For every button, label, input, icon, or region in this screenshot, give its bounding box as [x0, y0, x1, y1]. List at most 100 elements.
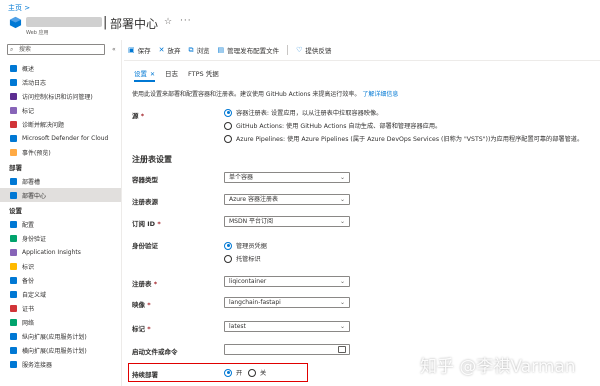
- tab-logs[interactable]: 日志: [165, 68, 178, 82]
- image-dropdown[interactable]: langchain-fastapi ⌄: [224, 297, 350, 308]
- tab-settings[interactable]: 设置 ✕: [134, 68, 156, 82]
- container-type-dropdown[interactable]: 单个容器 ⌄: [224, 172, 350, 183]
- sidebar-item-scale-out[interactable]: 横向扩展(应用服务计划): [0, 343, 121, 357]
- file-icon[interactable]: [338, 346, 346, 353]
- page-title: 部署中心: [110, 17, 159, 31]
- backup-icon: [10, 276, 17, 284]
- chevron-down-icon: ⌄: [339, 174, 345, 181]
- sidebar-item-activity-log[interactable]: 活动日志: [0, 75, 121, 89]
- tab-logs-label: 日志: [165, 70, 179, 78]
- sidebar-item-overview[interactable]: 概述: [0, 61, 121, 75]
- radio-button-checked[interactable]: [224, 241, 232, 250]
- key-icon: [10, 262, 17, 270]
- required-marker: *: [147, 325, 151, 333]
- slots-icon: [10, 177, 17, 185]
- source-option-github-actions[interactable]: GitHub Actions: 使用 GitHub Actions 自动生成、部…: [224, 121, 441, 130]
- cd-option-on[interactable]: 开: [224, 368, 242, 377]
- intro-body: 使用此设置来部署和配置容器和注册表。建议使用 GitHub Actions 来提…: [132, 91, 361, 98]
- sidebar-item-certificates[interactable]: 证书: [0, 301, 121, 315]
- sidebar-item-events[interactable]: 事件(预览): [0, 145, 121, 159]
- source-option-azure-pipelines[interactable]: Azure Pipelines: 使用 Azure Pipelines (属于 …: [224, 134, 583, 143]
- radio-button[interactable]: [248, 368, 256, 377]
- search-placeholder: 搜索: [19, 46, 32, 53]
- tag-dropdown[interactable]: latest ⌄: [224, 321, 350, 332]
- sidebar-item-label: 自定义域: [22, 291, 47, 299]
- subscription-dropdown[interactable]: MSDN 平台订阅 ⌄: [224, 216, 350, 227]
- star-icon[interactable]: ☆: [164, 17, 172, 27]
- sidebar-search-input[interactable]: ⌕ 搜索: [7, 44, 105, 55]
- chevron-down-icon: ⌄: [339, 299, 345, 306]
- save-button[interactable]: ▣ 保存: [128, 45, 151, 55]
- web-app-icon: [9, 16, 22, 29]
- scale-out-icon: [10, 346, 17, 354]
- overview-icon: [10, 64, 17, 72]
- sidebar-item-defender[interactable]: Microsoft Defender for Cloud: [0, 131, 121, 145]
- sidebar-item-label: 纵向扩展(应用服务计划): [22, 333, 87, 341]
- tab-settings-label: 设置: [134, 70, 147, 78]
- title-separator: |: [103, 15, 108, 30]
- sidebar-item-iam[interactable]: 访问控制(标识和访问管理): [0, 89, 121, 103]
- chevron-down-icon: ⌄: [339, 323, 345, 330]
- learn-more-link[interactable]: 了解详细信息: [362, 91, 398, 98]
- auth-option-label: 管理员凭据: [236, 243, 267, 250]
- sidebar-item-backup[interactable]: 备份: [0, 273, 121, 287]
- sidebar-item-deployment-slots[interactable]: 部署槽: [0, 174, 121, 188]
- manage-publish-profile-button[interactable]: ▤ 管理发布配置文件: [218, 45, 280, 55]
- continuous-deployment-label: 持续部署: [132, 371, 158, 379]
- domain-icon: [10, 290, 17, 298]
- collapse-icon[interactable]: «: [112, 46, 116, 53]
- required-marker: *: [153, 280, 158, 288]
- toolbar-divider: [287, 45, 289, 55]
- sidebar-item-diagnose[interactable]: 诊断并解决问题: [0, 117, 121, 131]
- sidebar-item-label: 部署槽: [22, 178, 41, 186]
- config-icon: [10, 220, 17, 228]
- auth-option-admin-credentials[interactable]: 管理员凭据: [224, 241, 267, 250]
- sidebar-item-configuration[interactable]: 配置: [0, 217, 121, 231]
- page-subtitle: Web 应用: [26, 30, 49, 36]
- sidebar-item-label: 访问控制(标识和访问管理): [22, 93, 93, 101]
- cd-option-off[interactable]: 关: [248, 368, 266, 377]
- more-icon[interactable]: ···: [180, 16, 192, 26]
- auth-option-managed-identity[interactable]: 托管标识: [224, 254, 261, 263]
- sidebar-item-identity[interactable]: 标识: [0, 259, 121, 273]
- source-option-label: GitHub Actions: 使用 GitHub Actions 自动生成、部…: [236, 123, 442, 130]
- required-marker: *: [157, 220, 161, 228]
- sidebar-item-authentication[interactable]: 身份验证: [0, 231, 121, 245]
- tab-ftps-credentials[interactable]: FTPS 凭据: [188, 68, 219, 82]
- radio-button[interactable]: [224, 254, 232, 263]
- sidebar-item-service-connector[interactable]: 服务连接器: [0, 357, 121, 371]
- sidebar-item-label: 配置: [22, 221, 35, 229]
- source-option-container-registry[interactable]: 容器注册表: 设置应用，以从注册表中拉取容器映像。: [224, 108, 382, 117]
- sidebar-item-label: 事件(预览): [22, 149, 51, 157]
- radio-button-checked[interactable]: [224, 368, 232, 377]
- container-type-value: 单个容器: [229, 174, 254, 181]
- cd-on-label: 开: [236, 370, 243, 377]
- chevron-down-icon: ⌄: [339, 218, 345, 225]
- sidebar-item-custom-domain[interactable]: 自定义域: [0, 287, 121, 301]
- startup-command-input[interactable]: [224, 344, 350, 355]
- browse-icon: ⧉: [188, 45, 194, 54]
- sidebar-section-deploy: 部署: [9, 164, 22, 172]
- tag-label-text: 标记: [132, 325, 145, 333]
- sidebar-item-app-insights[interactable]: Application Insights: [0, 245, 121, 259]
- feedback-button[interactable]: ♡ 提供反馈: [296, 45, 331, 55]
- discard-button[interactable]: ✕ 放弃: [159, 45, 181, 55]
- radio-button[interactable]: [224, 121, 232, 130]
- cube-icon: [10, 191, 17, 199]
- sidebar-item-deployment-center[interactable]: 部署中心: [0, 188, 121, 202]
- radio-button[interactable]: [224, 134, 232, 143]
- sidebar-item-scale-up[interactable]: 纵向扩展(应用服务计划): [0, 329, 121, 343]
- registry-source-dropdown[interactable]: Azure 容器注册表 ⌄: [224, 194, 350, 205]
- app-name-redacted: [26, 17, 102, 27]
- radio-button-checked[interactable]: [224, 108, 232, 117]
- chevron-down-icon: ⌄: [339, 196, 345, 203]
- profile-icon: ▤: [217, 46, 225, 54]
- registry-dropdown[interactable]: liqicontainer ⌄: [224, 276, 350, 287]
- sidebar-item-tags[interactable]: 标记: [0, 103, 121, 117]
- browse-button[interactable]: ⧉ 浏览: [188, 45, 210, 56]
- registry-label-text: 注册表: [132, 280, 152, 288]
- tag-value: latest: [229, 323, 246, 330]
- save-icon: ▣: [128, 46, 135, 54]
- sidebar-item-label: Microsoft Defender for Cloud: [22, 134, 109, 142]
- sidebar-item-networking[interactable]: 网络: [0, 315, 121, 329]
